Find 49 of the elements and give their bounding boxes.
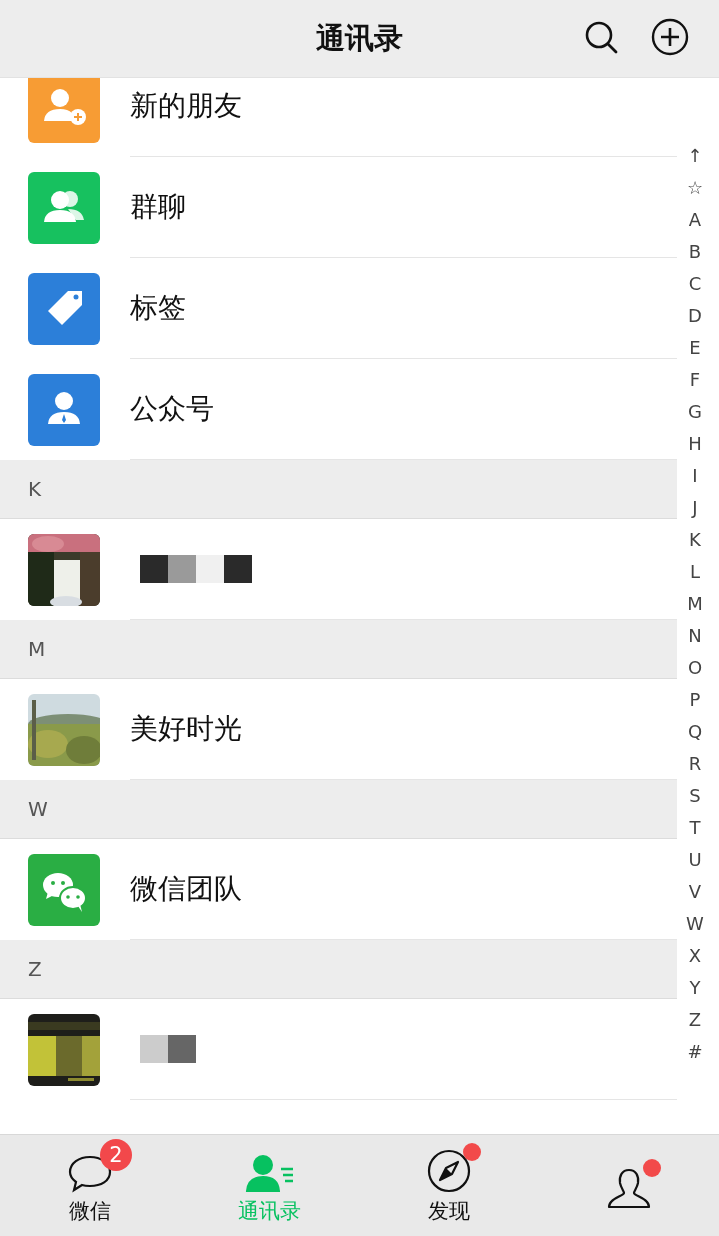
index-letter[interactable]: W (686, 908, 704, 940)
unread-badge: 2 (99, 1138, 132, 1171)
index-letter[interactable]: R (688, 748, 702, 780)
index-letter[interactable]: J (692, 492, 698, 524)
index-letter[interactable]: Z (688, 1004, 702, 1036)
function-label: 公众号 (130, 391, 214, 427)
function-label: 标签 (130, 290, 186, 326)
index-letter[interactable]: H (688, 428, 702, 460)
section-letter: M (28, 637, 46, 661)
compass-icon (427, 1148, 472, 1193)
index-letter[interactable]: V (688, 876, 702, 908)
index-letter[interactable]: I (692, 460, 698, 492)
add-icon[interactable] (651, 18, 689, 56)
index-letter[interactable]: B (688, 236, 702, 268)
section-letter: K (28, 477, 42, 501)
index-letter[interactable]: A (688, 204, 702, 236)
index-letter[interactable]: E (689, 332, 701, 364)
search-icon[interactable] (583, 19, 619, 55)
index-letter[interactable]: Q (687, 716, 703, 748)
index-letter[interactable]: O (687, 652, 703, 684)
section-letter: Z (28, 957, 42, 981)
index-letter[interactable]: G (688, 396, 702, 428)
tab[interactable]: 2 微信 (0, 1135, 180, 1236)
page-title: 通讯录 (316, 19, 403, 57)
contacts-icon (244, 1152, 295, 1193)
index-letter[interactable]: L (690, 556, 700, 588)
person-icon (607, 1166, 652, 1209)
index-letter[interactable]: ☆ (686, 172, 704, 204)
section-letter: W (28, 797, 48, 821)
index-letter[interactable]: K (689, 524, 701, 556)
index-letter[interactable]: # (687, 1036, 703, 1068)
contact-name: 微信团队 (130, 871, 242, 907)
index-letter[interactable]: U (688, 844, 702, 876)
tab[interactable]: 发现 (359, 1135, 540, 1236)
index-letter[interactable]: Y (689, 972, 701, 1004)
index-letter[interactable]: P (689, 684, 701, 716)
function-label: 新的朋友 (130, 88, 242, 124)
index-letter[interactable]: T (689, 812, 701, 844)
contact-name: 美好时光 (130, 711, 242, 747)
index-letter[interactable]: S (689, 780, 701, 812)
function-label: 群聊 (130, 189, 186, 225)
index-letter[interactable]: ↑ (687, 140, 703, 172)
index-letter[interactable]: N (688, 620, 702, 652)
index-letter[interactable]: M (687, 588, 703, 620)
index-letter[interactable]: X (688, 940, 702, 972)
chat-bubbles-icon (28, 853, 100, 926)
index-letter[interactable]: C (688, 268, 702, 300)
index-letter[interactable]: F (689, 364, 701, 396)
index-letter[interactable]: D (688, 300, 702, 332)
